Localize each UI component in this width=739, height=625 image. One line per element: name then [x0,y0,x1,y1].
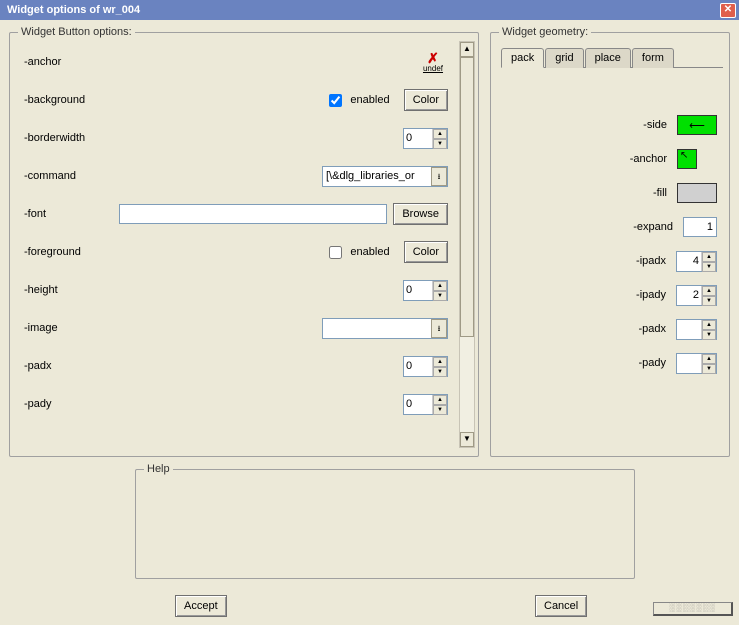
height-spinner[interactable]: ▲▼ [403,280,448,301]
widget-button-options-group: Widget Button options: -anchor ✗ undef -… [9,32,479,457]
borderwidth-spinner[interactable]: ▲▼ [403,128,448,149]
background-color-button[interactable]: Color [404,89,448,111]
spin-down-icon[interactable]: ▼ [702,296,716,306]
spin-up-icon[interactable]: ▲ [702,354,716,364]
geom-ipady-spinner[interactable]: ▲▼ [676,285,717,306]
borderwidth-label: -borderwidth [24,132,119,144]
cancel-button[interactable]: Cancel [535,595,587,617]
geom-pady-label: -pady [616,357,676,369]
geom-fill-button[interactable] [677,183,717,203]
geom-anchor-button[interactable] [677,149,697,169]
geom-side-label: -side [617,119,677,131]
foreground-color-button[interactable]: Color [404,241,448,263]
geom-pady-input[interactable] [677,354,701,373]
image-combo[interactable]: ⭳ [322,318,448,339]
undef-x-icon: ✗ [427,52,439,64]
scroll-down-icon[interactable]: ▼ [460,432,474,447]
anchor-label: -anchor [24,56,119,68]
spin-down-icon[interactable]: ▼ [433,139,447,149]
background-enabled-label: enabled [350,94,389,106]
geometry-legend: Widget geometry: [499,26,591,38]
geom-pady-spinner[interactable]: ▲▼ [676,353,717,374]
foreground-enabled-checkbox[interactable] [329,246,342,259]
resize-grip[interactable]: ░░░░░░░ [653,602,733,616]
help-legend: Help [144,463,173,475]
tab-pack[interactable]: pack [501,48,544,68]
accept-button[interactable]: Accept [175,595,227,617]
geom-padx-spinner[interactable]: ▲▼ [676,319,717,340]
tab-place[interactable]: place [585,48,631,68]
spin-up-icon[interactable]: ▲ [433,129,447,139]
close-icon[interactable]: ✕ [720,3,736,18]
spin-down-icon[interactable]: ▼ [433,367,447,377]
pady-input[interactable] [404,395,432,414]
window-body: Widget Button options: -anchor ✗ undef -… [0,20,739,618]
height-label: -height [24,284,119,296]
pady-spinner[interactable]: ▲▼ [403,394,448,415]
image-dropdown-icon[interactable]: ⭳ [431,319,447,338]
geom-fill-label: -fill [617,187,677,199]
geom-ipady-label: -ipady [616,289,676,301]
height-input[interactable] [404,281,432,300]
padx-input[interactable] [404,357,432,376]
anchor-undef-button[interactable]: ✗ undef [418,52,448,73]
font-input[interactable] [119,204,387,224]
window-title: Widget options of wr_004 [3,4,140,16]
button-options-legend: Widget Button options: [18,26,135,38]
command-dropdown-icon[interactable]: ⭳ [431,167,447,186]
font-label: -font [24,208,119,220]
geom-ipady-input[interactable] [677,286,701,305]
geometry-tabs: pack grid place form [501,47,723,68]
geom-ipadx-label: -ipadx [616,255,676,267]
spin-down-icon[interactable]: ▼ [702,262,716,272]
pady-label: -pady [24,398,119,410]
spin-up-icon[interactable]: ▲ [433,357,447,367]
command-label: -command [24,170,119,182]
borderwidth-input[interactable] [404,129,432,148]
tab-form[interactable]: form [632,48,674,68]
scroll-up-icon[interactable]: ▲ [460,42,474,57]
geom-padx-label: -padx [616,323,676,335]
geom-expand-input[interactable] [683,217,717,237]
scroll-thumb[interactable] [460,57,474,337]
foreground-label: -foreground [24,246,119,258]
font-browse-button[interactable]: Browse [393,203,448,225]
widget-geometry-group: Widget geometry: pack grid place form -s… [490,32,730,457]
bottom-bar: Accept Cancel [0,595,739,625]
padx-spinner[interactable]: ▲▼ [403,356,448,377]
geom-ipadx-spinner[interactable]: ▲▼ [676,251,717,272]
background-enabled-checkbox[interactable] [329,94,342,107]
spin-down-icon[interactable]: ▼ [433,405,447,415]
command-input[interactable] [323,167,431,186]
tab-grid[interactable]: grid [545,48,583,68]
geom-expand-label: -expand [623,221,683,233]
spin-down-icon[interactable]: ▼ [702,330,716,340]
background-label: -background [24,94,119,106]
spin-up-icon[interactable]: ▲ [702,252,716,262]
spin-up-icon[interactable]: ▲ [433,281,447,291]
options-scrollbar[interactable]: ▲ ▼ [459,41,475,448]
spin-up-icon[interactable]: ▲ [702,320,716,330]
command-combo[interactable]: ⭳ [322,166,448,187]
padx-label: -padx [24,360,119,372]
spin-down-icon[interactable]: ▼ [433,291,447,301]
image-label: -image [24,322,119,334]
image-input[interactable] [323,319,431,338]
foreground-enabled-label: enabled [350,246,389,258]
geom-ipadx-input[interactable] [677,252,701,271]
spin-down-icon[interactable]: ▼ [702,364,716,374]
geom-side-button[interactable] [677,115,717,135]
spin-up-icon[interactable]: ▲ [702,286,716,296]
titlebar: Widget options of wr_004 ✕ [0,0,739,20]
undef-text: undef [423,64,443,73]
help-group: Help [135,469,635,579]
geom-padx-input[interactable] [677,320,701,339]
geom-anchor-label: -anchor [617,153,677,165]
spin-up-icon[interactable]: ▲ [433,395,447,405]
